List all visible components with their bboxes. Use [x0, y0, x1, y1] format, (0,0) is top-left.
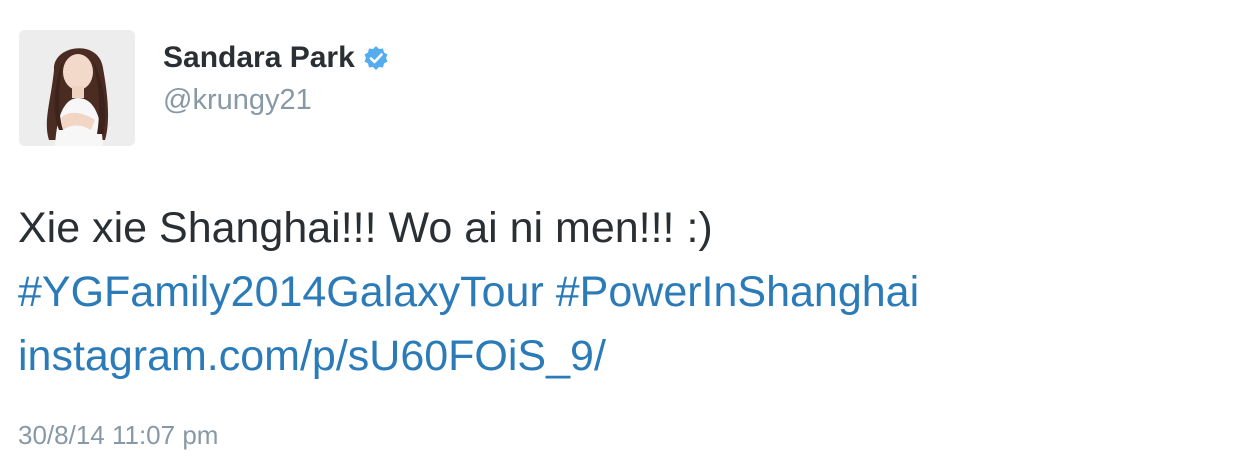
url-line: instagram.com/p/sU60FOiS_9/: [18, 324, 1218, 388]
tweet-timestamp[interactable]: 30/8/14 11:07 pm: [18, 417, 218, 453]
avatar-image: [19, 30, 135, 146]
instagram-link[interactable]: instagram.com/p/sU60FOiS_9/: [18, 332, 606, 380]
tweet-card: Sandara Park @krungy21 Xie xie Shanghai!…: [0, 0, 1236, 466]
tweet-text: Xie xie Shanghai!!! Wo ai ni men!!! :) #…: [18, 196, 1218, 388]
avatar[interactable]: [19, 30, 135, 146]
author-handle[interactable]: @krungy21: [163, 80, 312, 120]
hashtag-link[interactable]: #YGFamily2014GalaxyTour: [18, 268, 544, 316]
author-name-row: Sandara Park: [163, 38, 389, 78]
verified-badge-icon: [363, 45, 389, 71]
hashtags-line: #YGFamily2014GalaxyTour #PowerInShanghai: [18, 260, 1218, 324]
hashtag-link[interactable]: #PowerInShanghai: [556, 268, 919, 316]
tweet-text-line: Xie xie Shanghai!!! Wo ai ni men!!! :): [18, 204, 713, 252]
display-name[interactable]: Sandara Park: [163, 38, 355, 78]
